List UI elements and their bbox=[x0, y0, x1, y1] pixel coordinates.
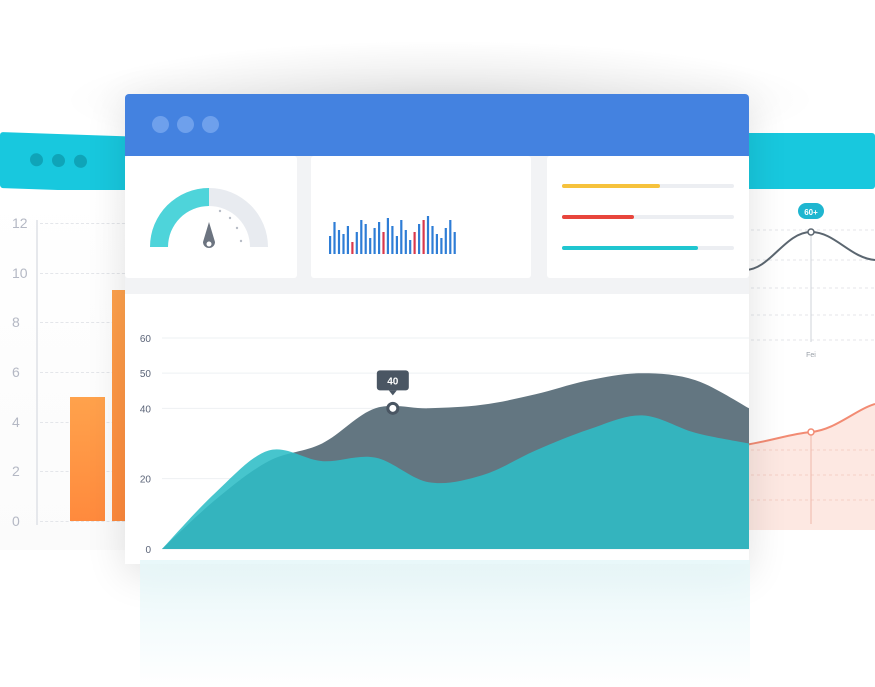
y-tick-label: 12 bbox=[12, 215, 28, 231]
back-window-right-chart: 60+ Fei bbox=[744, 190, 875, 530]
window-close-dot[interactable] bbox=[152, 116, 169, 133]
mini-bar-card bbox=[311, 156, 531, 278]
back-window-right-titlebar bbox=[745, 133, 875, 189]
x-axis-label: Fei bbox=[806, 352, 816, 359]
gauge-card bbox=[125, 156, 297, 278]
pink-area bbox=[745, 404, 875, 530]
y-axis-line bbox=[36, 220, 38, 525]
chart-point bbox=[807, 228, 815, 236]
progress-card bbox=[547, 156, 749, 278]
window-maximize-dot[interactable] bbox=[202, 116, 219, 133]
y-tick-label: 2 bbox=[12, 463, 20, 480]
mini-bar bbox=[453, 232, 456, 254]
tooltip-point[interactable] bbox=[386, 401, 400, 415]
y-tick-label: 50 bbox=[140, 369, 152, 380]
mini-bar bbox=[449, 220, 452, 254]
y-tick-label: 6 bbox=[12, 364, 20, 380]
mini-bar bbox=[346, 226, 349, 254]
mini-bar bbox=[413, 232, 416, 254]
mini-bar bbox=[386, 218, 389, 254]
tooltip-arrow bbox=[388, 390, 397, 396]
badge-text: 60+ bbox=[804, 208, 818, 217]
y-tick-label: 40 bbox=[140, 404, 152, 415]
main-titlebar bbox=[125, 94, 749, 156]
mini-bar bbox=[364, 224, 367, 254]
progress-track bbox=[562, 215, 734, 219]
window-minimize-dot[interactable] bbox=[177, 116, 194, 133]
y-tick-label: 0 bbox=[12, 513, 20, 529]
mini-bar bbox=[395, 236, 398, 254]
grid-line bbox=[40, 521, 130, 522]
mini-bar bbox=[333, 222, 336, 254]
mini-bar bbox=[373, 228, 376, 254]
y-tick-label: 8 bbox=[12, 314, 20, 331]
y-tick-label: 20 bbox=[140, 475, 152, 486]
mini-bar bbox=[400, 220, 403, 254]
mini-bar bbox=[435, 234, 438, 254]
mini-bar-chart bbox=[329, 216, 456, 254]
mini-bar bbox=[337, 230, 341, 254]
reflection bbox=[140, 560, 750, 687]
mini-bar bbox=[426, 216, 430, 254]
window-dot bbox=[30, 153, 43, 167]
chart-point bbox=[807, 428, 815, 436]
grid-line bbox=[40, 223, 130, 224]
window-dot bbox=[74, 154, 87, 169]
right-line-chart: 60+ Fei bbox=[744, 203, 875, 530]
back-window-left-titlebar bbox=[0, 132, 130, 193]
mini-bar bbox=[378, 222, 381, 254]
mini-bar bbox=[355, 232, 358, 254]
y-tick-label: 60 bbox=[140, 334, 152, 345]
tooltip-label: 40 bbox=[387, 376, 399, 387]
progress-track bbox=[562, 184, 734, 188]
mini-bar bbox=[440, 238, 443, 254]
mini-bar bbox=[431, 226, 434, 254]
back-window-left-chart: 12 10 8 6 4 2 0 bbox=[0, 190, 130, 550]
main-area-chart: 60 50 40 20 0 40 bbox=[140, 334, 749, 556]
mini-bar bbox=[418, 224, 421, 254]
y-tick-label: 0 bbox=[145, 545, 151, 556]
grid-line bbox=[40, 272, 130, 274]
progress-fill bbox=[562, 184, 661, 188]
main-area-chart-panel: 60 50 40 20 0 40 bbox=[125, 294, 749, 564]
mini-bar bbox=[404, 230, 407, 254]
mini-bar bbox=[382, 232, 385, 254]
mini-bar bbox=[444, 228, 447, 254]
progress-fill bbox=[562, 215, 635, 219]
mini-bar bbox=[391, 226, 394, 254]
mini-bar bbox=[409, 240, 412, 254]
mini-bar bbox=[342, 234, 345, 254]
gauge-fill bbox=[150, 188, 209, 247]
progress-track bbox=[562, 246, 734, 250]
window-dot bbox=[52, 153, 65, 168]
mini-bar bbox=[369, 238, 372, 254]
gauge-icon bbox=[150, 188, 268, 248]
progress-fill bbox=[562, 246, 698, 250]
mini-bar bbox=[351, 242, 354, 254]
bar bbox=[70, 396, 105, 521]
y-tick-label: 4 bbox=[12, 413, 20, 430]
mini-bar bbox=[422, 220, 425, 254]
main-dashboard-window: 60 50 40 20 0 40 bbox=[125, 94, 749, 564]
mini-bar bbox=[360, 220, 363, 254]
y-tick-label: 10 bbox=[12, 264, 28, 281]
mini-bar bbox=[329, 236, 332, 254]
